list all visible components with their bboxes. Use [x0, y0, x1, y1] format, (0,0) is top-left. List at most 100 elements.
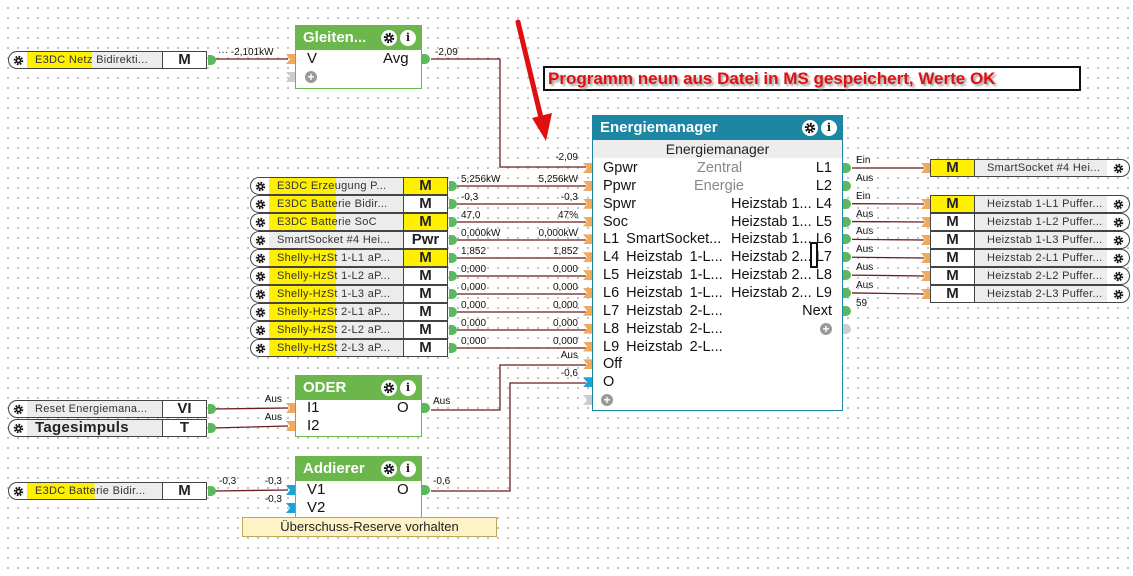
settings-button[interactable]	[802, 120, 818, 136]
wire-oder-input[interactable]	[212, 407, 289, 410]
block-gleiten-header[interactable]: Gleiten... i	[296, 26, 421, 50]
wire-value: -0,3	[264, 494, 282, 505]
source-node[interactable]: E3DC Batterie Bidir... M	[250, 195, 448, 213]
wire-batterie-addierer[interactable]	[212, 489, 289, 492]
energiemanager-input-label: Spwr	[603, 195, 637, 212]
target-type-tag: M	[931, 160, 975, 176]
wire-value: 59	[856, 297, 868, 309]
info-icon[interactable]: i	[400, 461, 416, 477]
source-node[interactable]: Shelly-HzSt 1-L2 aP... M	[250, 267, 448, 285]
target-node[interactable]: M Heizstab 2-L2 Puffer...	[930, 267, 1130, 285]
settings-button[interactable]	[251, 214, 269, 230]
target-label: SmartSocket #4 Hei...	[975, 160, 1107, 176]
settings-button[interactable]	[1107, 214, 1129, 230]
target-node[interactable]: M Heizstab 1-L2 Puffer...	[930, 213, 1130, 231]
wire-energiemanager-target[interactable]	[851, 292, 925, 295]
settings-button[interactable]	[251, 286, 269, 302]
source-node[interactable]: E3DC Batterie SoC M	[250, 213, 448, 231]
settings-button[interactable]	[251, 322, 269, 338]
source-e3dc-netz[interactable]: E3DC Netz Bidirekti... M	[8, 51, 207, 69]
settings-button[interactable]	[381, 30, 397, 46]
output-label-avg: Avg	[383, 50, 409, 67]
wire-value: Aus	[856, 226, 874, 238]
add-input-icon[interactable]: +	[601, 394, 613, 407]
wire-oder-input[interactable]	[212, 425, 289, 429]
block-energiemanager-header[interactable]: Energiemanager i	[593, 116, 842, 140]
settings-button[interactable]	[1107, 196, 1129, 212]
add-output-icon[interactable]: +	[820, 322, 832, 335]
wire-value: ··· -2,101kW	[218, 47, 274, 58]
target-node[interactable]: M SmartSocket #4 Hei...	[930, 159, 1130, 177]
source-node[interactable]: Shelly-HzSt 2-L1 aP... M	[250, 303, 448, 321]
settings-button[interactable]	[251, 196, 269, 212]
settings-button[interactable]	[1107, 286, 1129, 302]
settings-button[interactable]	[251, 304, 269, 320]
source-node[interactable]: Shelly-HzSt 2-L2 aP... M	[250, 321, 448, 339]
wire-energiemanager-target[interactable]	[851, 274, 925, 277]
energiemanager-input-label: L4 Heizstab 1-L...	[603, 249, 723, 266]
energiemanager-subtitle: Energiemanager	[593, 140, 842, 158]
settings-button[interactable]	[381, 380, 397, 396]
add-input-icon[interactable]: +	[305, 71, 317, 83]
add-output-pin[interactable]	[843, 323, 851, 334]
settings-button[interactable]	[9, 483, 27, 499]
target-type-tag: M	[931, 232, 975, 248]
block-energiemanager-title: Energiemanager	[600, 119, 718, 136]
settings-button[interactable]	[251, 178, 269, 194]
target-node[interactable]: M Heizstab 2-L1 Puffer...	[930, 249, 1130, 267]
info-icon[interactable]: i	[400, 380, 416, 396]
source-node[interactable]: E3DC Erzeugung P... M	[250, 177, 448, 195]
settings-button[interactable]	[251, 232, 269, 248]
source-node[interactable]: SmartSocket #4 Hei... Pwr	[250, 231, 448, 249]
energiemanager-output-label: L9	[815, 284, 832, 301]
source-reset-energiemanager[interactable]: Reset Energiemana... VI	[8, 400, 207, 418]
source-label: Shelly-HzSt 1-L2 aP...	[269, 268, 403, 284]
settings-button[interactable]	[381, 461, 397, 477]
target-node[interactable]: M Heizstab 2-L3 Puffer...	[930, 285, 1130, 303]
energiemanager-output-pin[interactable]	[843, 198, 851, 209]
settings-button[interactable]	[1107, 232, 1129, 248]
logic-editor-canvas[interactable]: Programm neun aus Datei in MS gespeicher…	[0, 0, 1133, 576]
target-node[interactable]: M Heizstab 1-L3 Puffer...	[930, 231, 1130, 249]
wire-energiemanager-target[interactable]	[851, 256, 925, 259]
block-addierer-header[interactable]: Addierer i	[296, 457, 421, 481]
target-label: Heizstab 2-L3 Puffer...	[975, 286, 1107, 302]
energiemanager-input-label: L6 Heizstab 1-L...	[603, 284, 723, 301]
wire-addierer-energiemanager[interactable]	[431, 382, 586, 492]
source-type-tag: M	[162, 52, 206, 68]
input-label-v: V	[307, 50, 318, 67]
gear-icon	[13, 404, 23, 414]
settings-button[interactable]	[9, 401, 27, 417]
source-node[interactable]: Shelly-HzSt 1-L3 aP... M	[250, 285, 448, 303]
energiemanager-output-name: Heizstab 1...	[731, 213, 812, 230]
source-node[interactable]: Shelly-HzSt 1-L1 aP... M	[250, 249, 448, 267]
wire-value: 0,000	[552, 282, 578, 293]
energiemanager-input-label: O	[603, 374, 615, 391]
source-label: Tagesimpuls	[27, 420, 162, 436]
settings-button[interactable]	[9, 52, 27, 68]
gear-icon	[1113, 199, 1123, 209]
source-label: Shelly-HzSt 2-L2 aP...	[269, 322, 403, 338]
settings-button[interactable]	[1107, 268, 1129, 284]
target-type-tag: M	[931, 250, 975, 266]
source-tagesimpuls[interactable]: Tagesimpuls T	[8, 419, 207, 437]
energiemanager-output-name: Heizstab 1...	[731, 195, 812, 212]
settings-button[interactable]	[1107, 250, 1129, 266]
settings-button[interactable]	[9, 420, 27, 436]
settings-button[interactable]	[251, 268, 269, 284]
energiemanager-output-pin[interactable]	[843, 216, 851, 227]
input-label: I2	[307, 417, 320, 434]
target-node[interactable]: M Heizstab 1-L1 Puffer...	[930, 195, 1130, 213]
wire-value: Aus	[856, 262, 874, 274]
settings-button[interactable]	[1107, 160, 1129, 176]
settings-button[interactable]	[251, 250, 269, 266]
info-icon[interactable]: i	[821, 120, 837, 136]
source-e3dc-batterie[interactable]: E3DC Batterie Bidir... M	[8, 482, 207, 500]
energiemanager-center-label: Zentral	[697, 160, 743, 176]
settings-button[interactable]	[251, 340, 269, 356]
source-node[interactable]: Shelly-HzSt 2-L3 aP... M	[250, 339, 448, 357]
gear-icon	[1113, 235, 1123, 245]
wire-energiemanager-target[interactable]	[851, 238, 925, 241]
info-icon[interactable]: i	[400, 30, 416, 46]
block-oder-header[interactable]: ODER i	[296, 376, 421, 400]
